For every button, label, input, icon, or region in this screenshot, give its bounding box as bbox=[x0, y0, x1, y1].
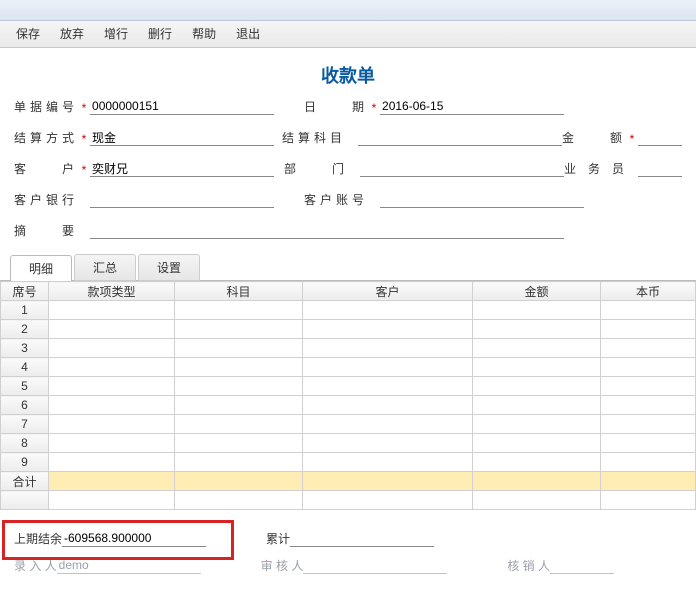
table-row[interactable]: 8 bbox=[1, 434, 696, 453]
label-cumulative: 累计 bbox=[266, 530, 290, 547]
input-docno[interactable] bbox=[90, 98, 274, 115]
col-base[interactable]: 本币 bbox=[601, 282, 696, 301]
menu-save[interactable]: 保存 bbox=[6, 21, 50, 47]
label-memo: 摘 要 bbox=[14, 222, 78, 239]
row-num: 2 bbox=[1, 320, 49, 339]
label-settle: 结算方式 bbox=[14, 129, 78, 146]
tab-detail[interactable]: 明细 bbox=[10, 255, 72, 281]
spacer-star: * bbox=[80, 225, 88, 239]
input-settle[interactable] bbox=[90, 129, 274, 146]
label-subject: 结算科目 bbox=[282, 129, 346, 146]
row-num: 6 bbox=[1, 396, 49, 415]
required-star: * bbox=[370, 101, 378, 115]
col-cust[interactable]: 客户 bbox=[303, 282, 473, 301]
table-row[interactable]: 9 bbox=[1, 453, 696, 472]
input-entry-person bbox=[57, 557, 201, 574]
form-area: 单据编号 * 日 期 * 结算方式 * 结算科目 * 金 额 bbox=[0, 98, 696, 239]
input-prev-balance[interactable] bbox=[62, 530, 206, 547]
menubar: 保存 放弃 增行 删行 帮助 退出 bbox=[0, 21, 696, 48]
row-num: 7 bbox=[1, 415, 49, 434]
label-bank: 客户银行 bbox=[14, 191, 78, 208]
input-subject[interactable] bbox=[358, 129, 562, 146]
spacer-star: * bbox=[348, 132, 356, 146]
window-titlebar bbox=[0, 0, 696, 21]
required-star: * bbox=[80, 132, 88, 146]
required-star: * bbox=[628, 132, 636, 146]
page-title: 收款单 bbox=[0, 48, 696, 98]
input-date[interactable] bbox=[380, 98, 564, 115]
row-num: 3 bbox=[1, 339, 49, 358]
row-num: 9 bbox=[1, 453, 49, 472]
label-prev-balance: 上期结余 bbox=[14, 530, 62, 547]
tab-settings[interactable]: 设置 bbox=[138, 254, 200, 281]
table-row[interactable]: 4 bbox=[1, 358, 696, 377]
label-entry-person: 录 入 人 bbox=[14, 557, 57, 574]
spacer-star: * bbox=[370, 194, 378, 208]
menu-exit[interactable]: 退出 bbox=[226, 21, 270, 47]
row-num: 8 bbox=[1, 434, 49, 453]
label-sales: 业 务 员 bbox=[564, 160, 626, 177]
label-date: 日 期 bbox=[304, 98, 368, 115]
label-docno: 单据编号 bbox=[14, 98, 78, 115]
menu-addrow[interactable]: 增行 bbox=[94, 21, 138, 47]
total-label: 合计 bbox=[1, 472, 49, 491]
menu-help[interactable]: 帮助 bbox=[182, 21, 226, 47]
tab-summary[interactable]: 汇总 bbox=[74, 254, 136, 281]
table-row[interactable]: 3 bbox=[1, 339, 696, 358]
total-row: 合计 bbox=[1, 472, 696, 491]
input-cumulative[interactable] bbox=[290, 530, 434, 547]
input-audit-person bbox=[303, 557, 447, 574]
col-paytype[interactable]: 款项类型 bbox=[49, 282, 175, 301]
required-star: * bbox=[80, 101, 88, 115]
col-amount[interactable]: 金额 bbox=[473, 282, 601, 301]
input-cancel-person bbox=[550, 557, 614, 574]
label-cust: 客 户 bbox=[14, 160, 78, 177]
table-row[interactable]: 6 bbox=[1, 396, 696, 415]
table-row[interactable]: 1 bbox=[1, 301, 696, 320]
grid: 席号 款项类型 科目 客户 金额 本币 1 2 3 4 5 6 7 8 9 合计 bbox=[0, 280, 696, 510]
input-sales[interactable] bbox=[638, 160, 682, 177]
label-acct: 客户账号 bbox=[304, 191, 368, 208]
row-num: 1 bbox=[1, 301, 49, 320]
input-acct[interactable] bbox=[380, 191, 584, 208]
table-row[interactable]: 2 bbox=[1, 320, 696, 339]
label-amount: 金 额 bbox=[562, 129, 626, 146]
menu-discard[interactable]: 放弃 bbox=[50, 21, 94, 47]
input-memo[interactable] bbox=[90, 222, 564, 239]
tabs: 明细 汇总 设置 bbox=[0, 253, 696, 280]
spacer-star: * bbox=[350, 163, 358, 177]
row-num: 4 bbox=[1, 358, 49, 377]
table-row[interactable]: 7 bbox=[1, 415, 696, 434]
col-seq[interactable]: 席号 bbox=[1, 282, 49, 301]
input-cust[interactable] bbox=[90, 160, 274, 177]
input-amount[interactable] bbox=[638, 129, 682, 146]
label-audit-person: 审 核 人 bbox=[261, 557, 304, 574]
label-cancel-person: 核 销 人 bbox=[507, 557, 550, 574]
spacer-star: * bbox=[628, 163, 636, 177]
table-row[interactable] bbox=[1, 491, 696, 510]
required-star: * bbox=[80, 163, 88, 177]
label-dept: 部 门 bbox=[284, 160, 348, 177]
col-subject[interactable]: 科目 bbox=[175, 282, 303, 301]
spacer-star: * bbox=[80, 194, 88, 208]
input-bank[interactable] bbox=[90, 191, 274, 208]
footer: 上期结余 累计 录 入 人 审 核 人 核 销 人 bbox=[0, 530, 696, 584]
menu-delrow[interactable]: 删行 bbox=[138, 21, 182, 47]
grid-table[interactable]: 席号 款项类型 科目 客户 金额 本币 1 2 3 4 5 6 7 8 9 合计 bbox=[0, 281, 696, 510]
input-dept[interactable] bbox=[360, 160, 564, 177]
row-num: 5 bbox=[1, 377, 49, 396]
table-row[interactable]: 5 bbox=[1, 377, 696, 396]
